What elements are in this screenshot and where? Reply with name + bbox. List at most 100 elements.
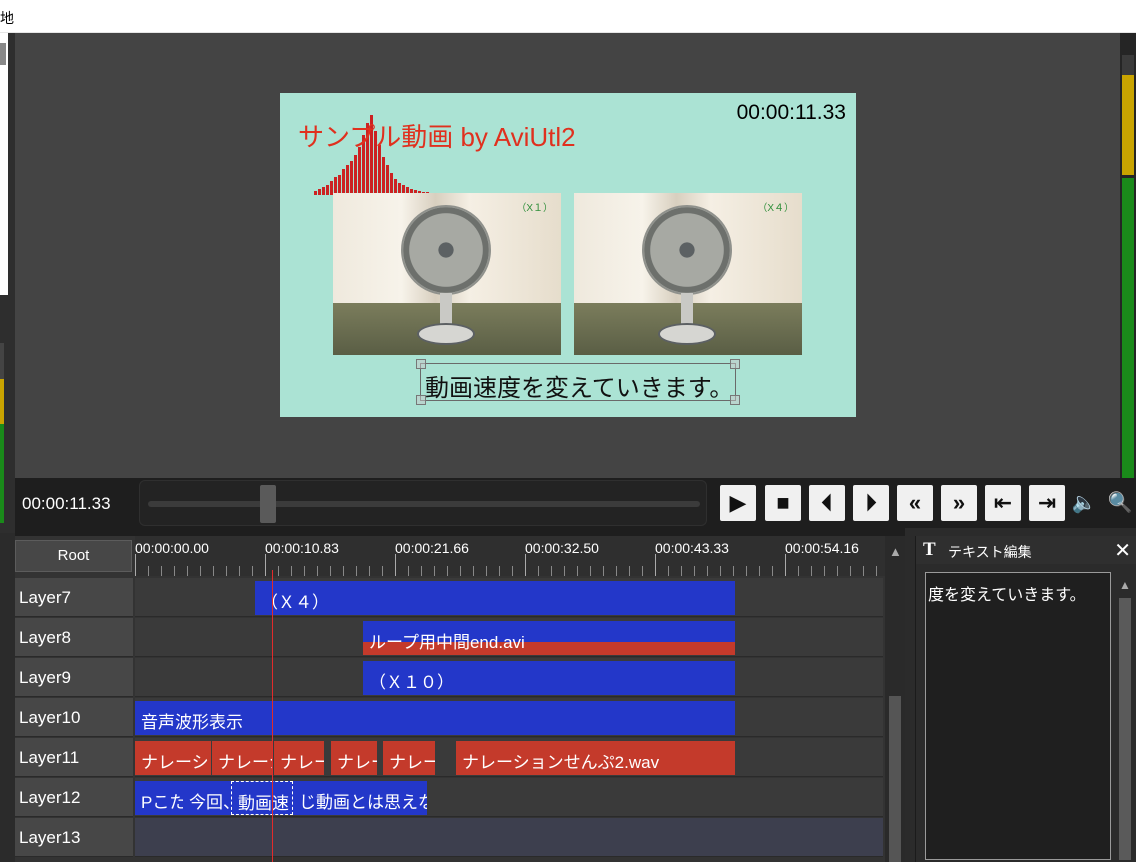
- skip-to-start-icon[interactable]: ⇤: [985, 485, 1021, 521]
- layer-label-7[interactable]: Layer7: [15, 578, 133, 617]
- timeline-scrollbar[interactable]: ▲: [885, 536, 905, 862]
- ruler-label: 00:00:54.16: [785, 540, 859, 556]
- preview-area: サンプル動画 by AviUtl2 00:00:11.33 （X１） （X４） …: [15, 33, 1120, 478]
- layer-label-10[interactable]: Layer10: [15, 698, 133, 737]
- next-frame-icon[interactable]: ⏵: [853, 485, 889, 521]
- meter-segment: [1122, 178, 1134, 478]
- root-button[interactable]: Root: [15, 540, 132, 572]
- layer-label-9[interactable]: Layer9: [15, 658, 133, 697]
- scroll-up-icon[interactable]: ▲: [1119, 578, 1131, 592]
- text-edit-field[interactable]: 度を変えていきます。: [925, 572, 1111, 860]
- text-panel-scrollbar[interactable]: ▲: [1116, 576, 1134, 860]
- seek-bar[interactable]: [139, 480, 707, 526]
- waveform-bar: [346, 165, 349, 195]
- side-panel-area: [0, 33, 8, 295]
- meter-segment: [1122, 55, 1134, 75]
- waveform-bar: [314, 191, 317, 195]
- waveform-bar: [386, 165, 389, 195]
- fan-head: [401, 205, 491, 295]
- waveform-bar: [350, 161, 353, 195]
- ruler-major-tick: [525, 554, 526, 576]
- clip-narration-2[interactable]: ナレーシ: [212, 741, 273, 775]
- layer-lane-11[interactable]: ナレーショ ナレーシ ナレーシ ナレー ナレー: ナレーションせんぷ2.wav: [135, 738, 883, 777]
- ruler-label: 00:00:00.00: [135, 540, 209, 556]
- scene-time: 00:00:11.33: [736, 101, 846, 124]
- scroll-thumb[interactable]: [1119, 598, 1131, 860]
- ruler-label: 00:00:21.66: [395, 540, 469, 556]
- playhead[interactable]: [272, 570, 273, 862]
- layer-lane-13[interactable]: [135, 818, 883, 857]
- layer-lane-12[interactable]: Pこたい 今回、 動画速 じ動画とは思えな: [135, 778, 883, 817]
- zoom-icon[interactable]: 🔍: [1105, 488, 1135, 518]
- preview-canvas[interactable]: サンプル動画 by AviUtl2 00:00:11.33 （X１） （X４） …: [280, 93, 856, 417]
- left-level-meter: [0, 343, 4, 523]
- layer-label-13[interactable]: Layer13: [15, 818, 133, 857]
- seek-track[interactable]: [148, 501, 700, 507]
- rewind-icon[interactable]: «: [897, 485, 933, 521]
- clip-waveform[interactable]: 音声波形表示: [135, 701, 735, 735]
- clip-narration-wav[interactable]: ナレーションせんぷ2.wav: [456, 741, 735, 775]
- meter-segment: [1122, 75, 1134, 175]
- clip-narration-1[interactable]: ナレーショ: [135, 741, 211, 775]
- waveform-bar: [358, 147, 361, 195]
- waveform-bar: [390, 173, 393, 195]
- clip-x10[interactable]: （Ｘ１０）: [363, 661, 735, 695]
- speed-tag: （X４）: [757, 203, 794, 214]
- ruler-major-tick: [655, 554, 656, 576]
- waveform-bar: [338, 175, 341, 195]
- ruler-major-tick: [135, 554, 136, 576]
- clip-text-1[interactable]: Pこたい: [135, 781, 183, 815]
- text-icon: T: [923, 539, 936, 560]
- text-panel-title: テキスト編集: [948, 544, 1032, 560]
- resize-handle[interactable]: [730, 395, 740, 405]
- waveform-bar: [382, 157, 385, 195]
- layer-lane-7[interactable]: （Ｘ４）: [135, 578, 883, 617]
- aviutl2-window: 地 サンプル動画 by AviUtl2 00:00:11.33 （X１） （X４…: [0, 0, 1136, 862]
- ruler-major-tick: [785, 554, 786, 576]
- caption-box[interactable]: 動画速度を変えていきます。: [416, 359, 740, 405]
- skip-to-end-icon[interactable]: ⇥: [1029, 485, 1065, 521]
- time-ruler[interactable]: 00:00:00.00 00:00:10.83 00:00:21.66 00:0…: [135, 536, 885, 576]
- waveform-bar: [326, 185, 329, 195]
- layer-lane-10[interactable]: 音声波形表示: [135, 698, 883, 737]
- scroll-thumb[interactable]: [889, 696, 901, 862]
- current-timecode: 00:00:11.33: [22, 494, 111, 513]
- ruler-major-tick: [265, 554, 266, 576]
- layer-label-12[interactable]: Layer12: [15, 778, 133, 817]
- clip-text-selected[interactable]: 動画速: [231, 781, 293, 815]
- caption-text: 動画速度を変えていきます。: [425, 375, 734, 402]
- fan-head: [642, 205, 732, 295]
- stop-icon[interactable]: ■: [765, 485, 801, 521]
- fan-base: [658, 323, 716, 345]
- volume-icon[interactable]: 🔈: [1069, 488, 1099, 518]
- waveform-bar: [318, 189, 321, 195]
- layer-label-8[interactable]: Layer8: [15, 618, 133, 657]
- layer-label-11[interactable]: Layer11: [15, 738, 133, 777]
- clip-narration-4[interactable]: ナレー: [331, 741, 377, 775]
- resize-handle[interactable]: [730, 359, 740, 369]
- clip-narration-5[interactable]: ナレー:: [383, 741, 435, 775]
- prev-frame-icon[interactable]: ⏴: [809, 485, 845, 521]
- ruler-ticks: [135, 566, 885, 576]
- scroll-up-icon[interactable]: ▲: [889, 544, 902, 559]
- side-panel-button[interactable]: [0, 43, 6, 65]
- clip-narration-3[interactable]: ナレーシ: [274, 741, 324, 775]
- clip-x4[interactable]: （Ｘ４）: [255, 581, 735, 615]
- layer-lane-9[interactable]: （Ｘ１０）: [135, 658, 883, 697]
- fan-base: [417, 323, 475, 345]
- clip-loop-video[interactable]: ループ用中間end.avi: [363, 621, 735, 655]
- seek-thumb[interactable]: [260, 485, 276, 523]
- resize-handle[interactable]: [416, 359, 426, 369]
- play-icon[interactable]: ▶: [720, 485, 756, 521]
- clip-text-2[interactable]: 今回、: [183, 781, 231, 815]
- scene-title: サンプル動画 by AviUtl2: [298, 122, 576, 152]
- clip-text-4[interactable]: じ動画とは思えな: [293, 781, 427, 815]
- resize-handle[interactable]: [416, 395, 426, 405]
- text-panel-header: T テキスト編集 ✕: [916, 536, 1136, 564]
- title-bar: 地: [0, 0, 1136, 33]
- layer-lane-8[interactable]: ループ用中間end.avi: [135, 618, 883, 657]
- transport-bar: 00:00:11.33 ▶ ■ ⏴ ⏵ « » ⇤ ⇥ 🔈 🔍: [15, 478, 1136, 528]
- waveform-bar: [342, 169, 345, 195]
- fast-forward-icon[interactable]: »: [941, 485, 977, 521]
- close-icon[interactable]: ✕: [1114, 538, 1131, 563]
